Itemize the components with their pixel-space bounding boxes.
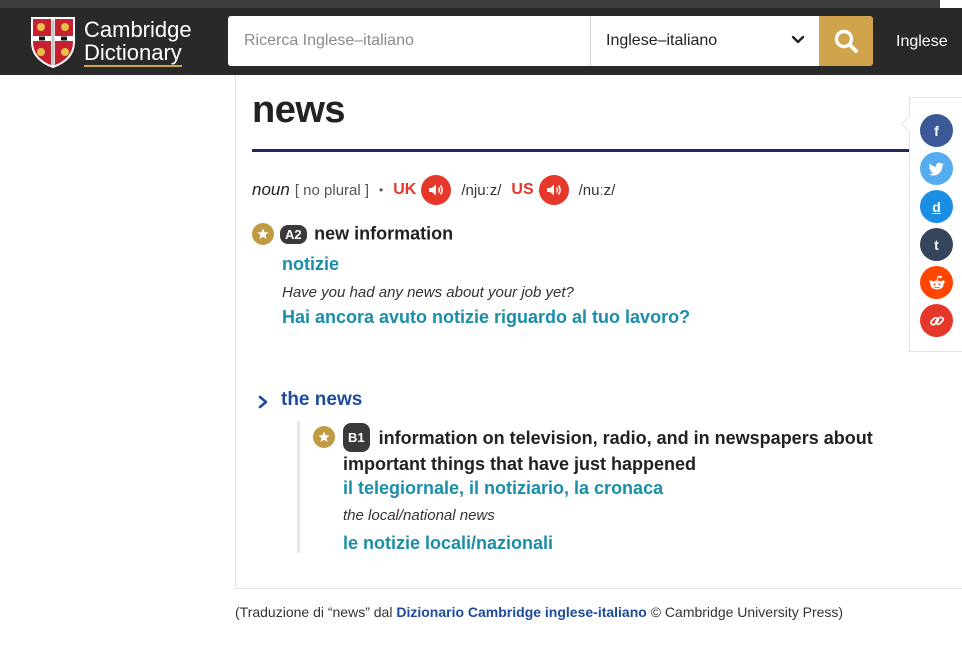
translation-credit: (Traduzione di “news” dal Dizionario Cam… [235, 604, 843, 620]
search-bar: Inglese–italiano [228, 16, 873, 66]
us-ipa: /nuːz/ [578, 181, 616, 199]
sense-block: A2 new information notizie Have you had … [252, 223, 690, 328]
chevron-down-icon [791, 35, 805, 44]
site-language-link[interactable]: Inglese [896, 33, 948, 51]
search-input[interactable] [228, 16, 590, 66]
us-label: US [511, 181, 534, 198]
logo-line-1: Cambridge [84, 16, 192, 42]
cambridge-logo[interactable]: Cambridge Dictionary [30, 16, 192, 68]
definition: new information [314, 223, 454, 244]
copy-link-button[interactable] [920, 304, 953, 337]
phrase-definition-wrap: B1 information on television, radio, and… [343, 423, 903, 477]
credit-suffix: © Cambridge University Press) [650, 604, 844, 620]
phrase-block-header[interactable]: the news [256, 389, 362, 411]
logo-text: Cambridge Dictionary [84, 18, 192, 67]
phrase-example-translation: le notizie locali/nazionali [343, 533, 554, 553]
top-strip-accent [940, 0, 962, 8]
phrase-definition: information on television, radio, and in… [343, 428, 873, 474]
twitter-icon [928, 162, 944, 176]
facebook-icon: f [934, 122, 939, 139]
star-icon[interactable] [313, 426, 335, 448]
phrase-body: B1 information on television, radio, and… [297, 421, 917, 553]
reddit-icon [928, 275, 945, 289]
share-panel: f d t [900, 97, 962, 352]
top-strip [0, 0, 962, 8]
headword: news [252, 89, 346, 131]
uk-ipa: /njuːz/ [461, 181, 502, 199]
star-icon[interactable] [252, 223, 274, 245]
dictionary-entry: news noun [ no plural ] • UK /njuːz/ US … [235, 75, 962, 589]
diigo-share-button[interactable]: d [920, 190, 953, 223]
diigo-icon: d [932, 198, 941, 215]
uk-audio-button[interactable] [421, 175, 452, 205]
dictionary-select[interactable]: Inglese–italiano [590, 16, 819, 66]
site-header: Cambridge Dictionary Inglese–italiano In… [0, 8, 962, 75]
logo-line-2: Dictionary [84, 39, 182, 67]
phrase-title: the news [281, 389, 363, 410]
cefr-level-badge: A2 [280, 224, 307, 244]
example-sentence: Have you had any news about your job yet… [282, 284, 574, 301]
credit-prefix: (Traduzione di “news” dal [235, 604, 393, 620]
pos-pronunciation-line: noun [ no plural ] • UK /njuːz/ US /nuːz… [252, 175, 625, 205]
phrase-sense-header: B1 information on television, radio, and… [313, 423, 903, 477]
twitter-share-button[interactable] [920, 152, 953, 185]
search-button[interactable] [819, 16, 873, 66]
speaker-icon [546, 184, 561, 196]
tumblr-share-button[interactable]: t [920, 228, 953, 261]
dictionary-link[interactable]: Dizionario Cambridge inglese-italiano [396, 604, 646, 620]
crest-icon [31, 17, 75, 68]
reddit-share-button[interactable] [920, 266, 953, 299]
tumblr-icon: t [934, 236, 939, 253]
translation: notizie [282, 254, 339, 274]
phrase-translation: il telegiornale, il notiziario, la crona… [343, 478, 664, 498]
cefr-level-badge: B1 [343, 423, 370, 452]
chevron-right-icon [258, 395, 268, 409]
part-of-speech: noun [252, 180, 290, 199]
headword-divider [252, 149, 910, 152]
facebook-share-button[interactable]: f [920, 114, 953, 147]
link-icon [929, 315, 944, 326]
speaker-icon [429, 184, 444, 196]
example-translation: Hai ancora avuto notizie riguardo al tuo… [282, 307, 691, 327]
separator-dot: • [379, 183, 384, 197]
grammar-label: [ no plural ] [294, 181, 370, 199]
dictionary-select-value: Inglese–italiano [606, 32, 718, 49]
phrase-example: the local/national news [343, 507, 495, 524]
search-icon [834, 29, 858, 53]
sense-body: notizie Have you had any news about your… [282, 254, 690, 328]
us-audio-button[interactable] [538, 175, 569, 205]
uk-label: UK [393, 181, 417, 198]
sense-header: A2 new information [252, 223, 690, 245]
